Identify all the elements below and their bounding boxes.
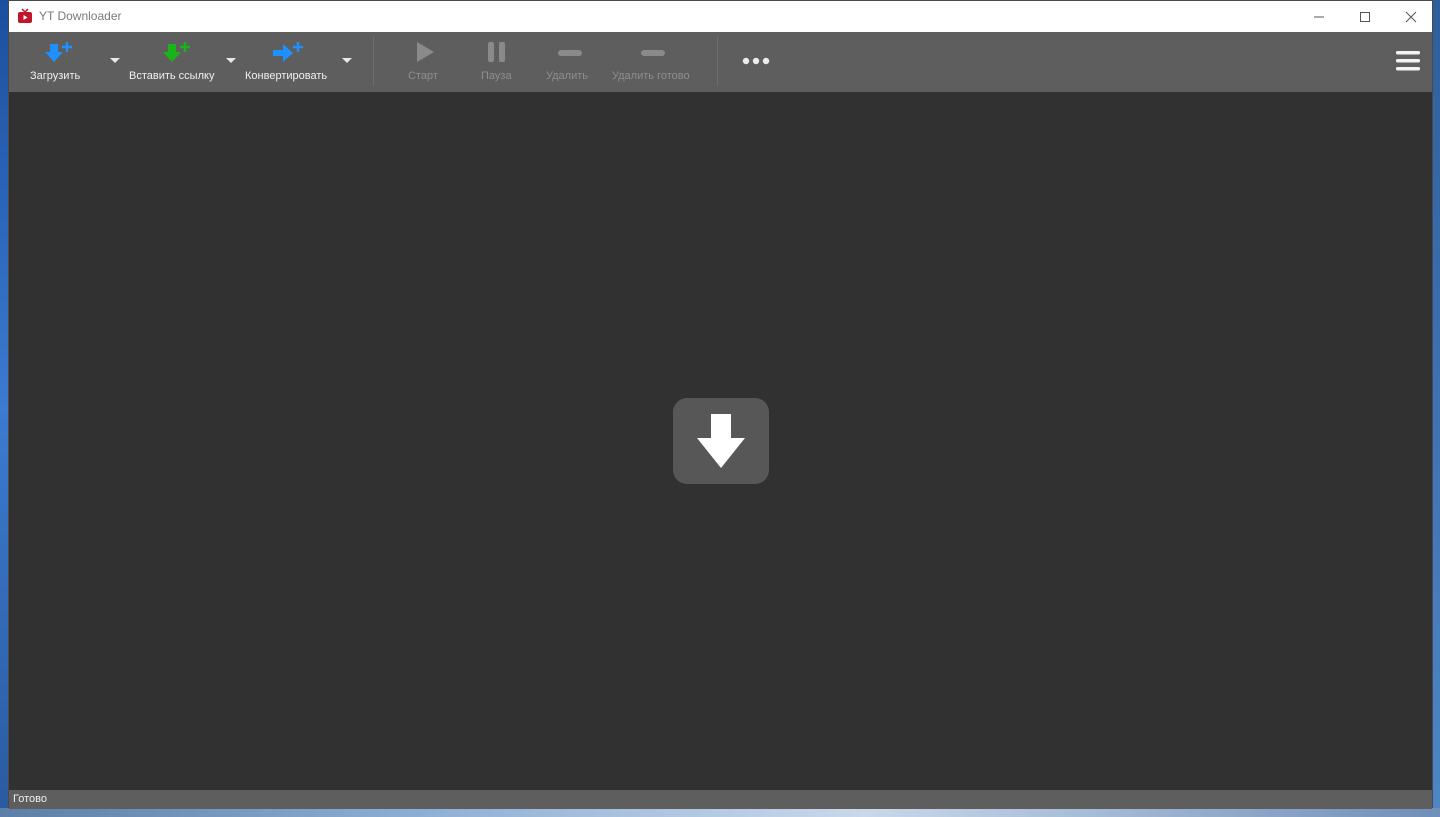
toolbar-separator <box>717 36 718 86</box>
more-dots-icon <box>742 54 772 73</box>
more-button[interactable] <box>737 32 777 92</box>
paste-link-button[interactable]: Вставить ссылку <box>123 32 223 92</box>
close-button[interactable] <box>1388 1 1434 32</box>
desktop-background-left <box>0 0 8 817</box>
delete-button[interactable]: Удалить <box>541 32 601 92</box>
desktop-taskbar-edge <box>0 808 1440 817</box>
toolbar-separator <box>373 36 374 86</box>
delete-done-button[interactable]: Удалить готово <box>609 32 697 92</box>
play-icon <box>414 40 436 69</box>
pause-button[interactable]: Пауза <box>469 32 523 92</box>
start-button[interactable]: Старт <box>397 32 451 92</box>
hamburger-menu-icon <box>1396 50 1420 77</box>
delete-done-label: Удалить готово <box>612 70 690 82</box>
minus-icon <box>556 40 584 69</box>
minimize-button[interactable] <box>1296 1 1342 32</box>
convert-plus-icon <box>271 40 307 71</box>
paste-link-dropdown-arrow[interactable] <box>226 58 236 63</box>
desktop-background-right <box>1433 0 1440 817</box>
title-bar[interactable]: YT Downloader <box>9 1 1432 32</box>
status-bar: Готово <box>9 790 1432 809</box>
minus-icon <box>639 40 667 69</box>
window-title: YT Downloader <box>39 9 122 23</box>
download-button[interactable]: Загрузить <box>23 32 105 92</box>
app-logo-icon <box>17 8 33 24</box>
convert-button[interactable]: Конвертировать <box>241 32 339 92</box>
download-dropdown-arrow[interactable] <box>110 58 120 63</box>
start-label: Старт <box>408 70 438 82</box>
downloads-list-area[interactable] <box>9 92 1432 790</box>
convert-label: Конвертировать <box>245 70 328 82</box>
delete-label: Удалить <box>546 70 588 82</box>
main-menu-button[interactable] <box>1389 32 1425 92</box>
toolbar: Загрузить Вставить ссылку Конвертировать… <box>9 32 1432 92</box>
download-label: Загрузить <box>30 70 81 82</box>
drop-zone[interactable] <box>673 398 769 484</box>
download-plus-icon <box>41 40 77 71</box>
pause-label: Пауза <box>481 70 512 82</box>
convert-dropdown-arrow[interactable] <box>342 58 352 63</box>
download-arrow-icon <box>695 410 747 477</box>
pause-icon <box>486 40 508 69</box>
status-text: Готово <box>13 793 47 805</box>
paste-link-plus-icon <box>159 40 195 71</box>
maximize-button[interactable] <box>1342 1 1388 32</box>
app-window: YT Downloader Загрузить Вставить ссылку … <box>8 0 1433 809</box>
paste-link-label: Вставить ссылку <box>129 70 215 82</box>
